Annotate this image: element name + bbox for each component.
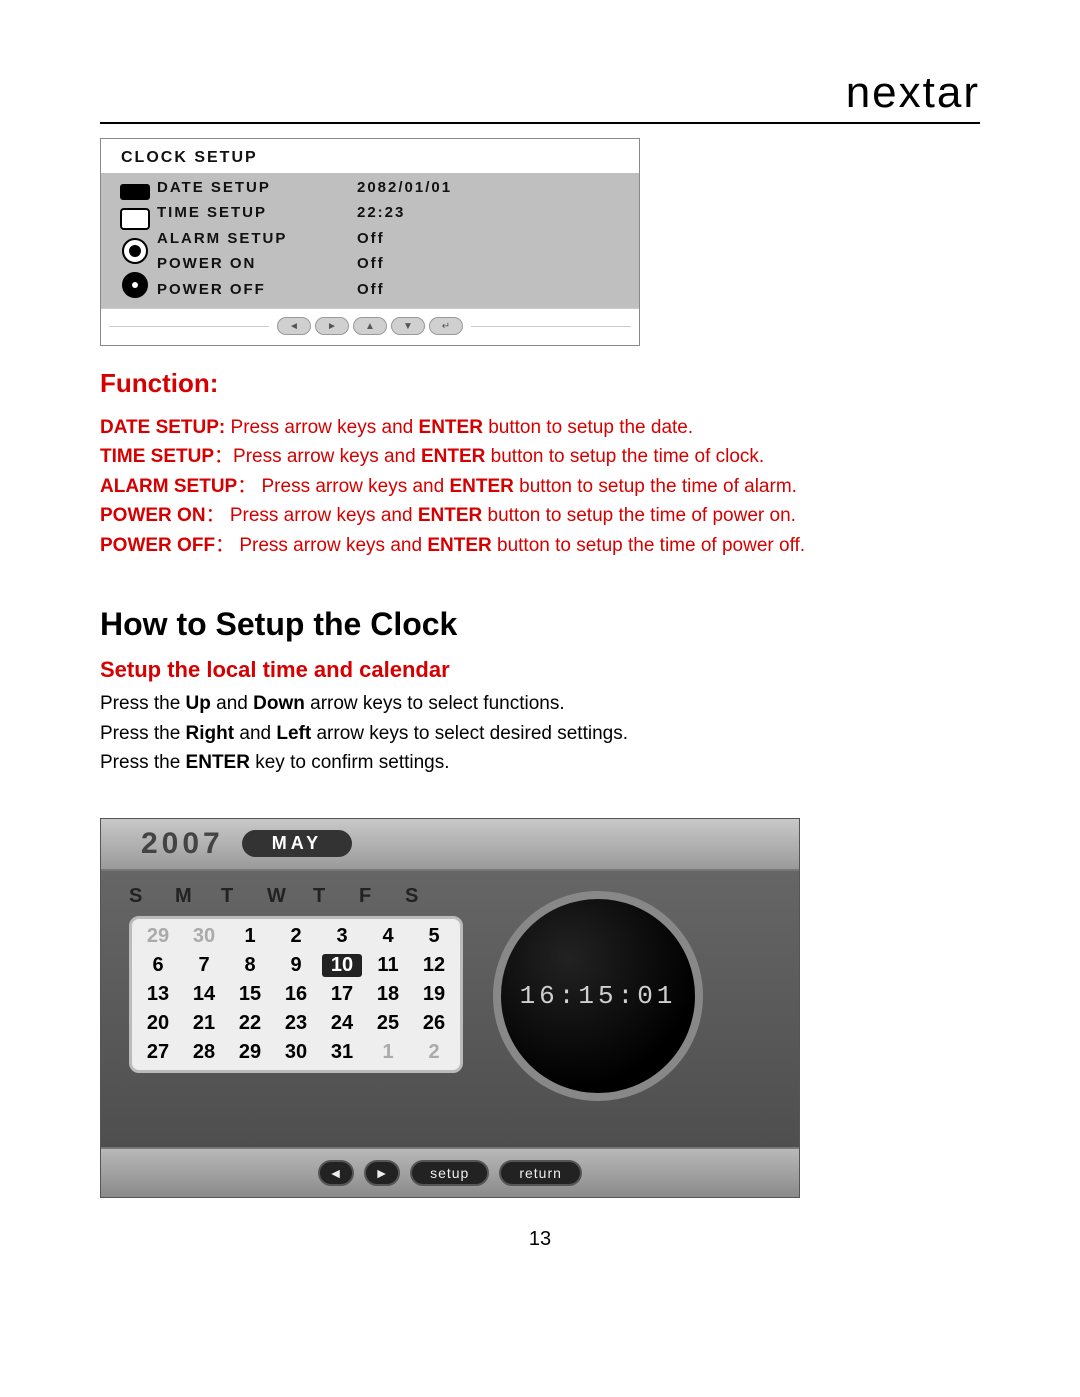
dow-cell: W: [267, 885, 307, 908]
setup-row-value: Off: [357, 255, 621, 272]
calendar-cell: 14: [184, 983, 224, 1006]
header-rule: [100, 122, 980, 124]
clock-icon: [122, 272, 148, 298]
calendar-cell: 20: [138, 1012, 178, 1035]
calendar-dow: SMTWTFS: [129, 885, 463, 908]
howto-line: Press the Right and Left arrow keys to s…: [100, 719, 980, 748]
dow-cell: M: [175, 885, 215, 908]
howto-line: Press the Up and Down arrow keys to sele…: [100, 689, 980, 718]
calendar-cell: 16: [276, 983, 316, 1006]
setup-row-value: Off: [357, 230, 621, 247]
calendar-cell: 17: [322, 983, 362, 1006]
calendar-footer: ◄ ► setup return: [101, 1147, 799, 1197]
function-list: DATE SETUP: Press arrow keys and ENTER b…: [100, 413, 980, 560]
setup-row-label: POWER ON: [157, 255, 357, 272]
dow-cell: S: [405, 885, 445, 908]
calendar-cell: 29: [138, 925, 178, 948]
card-icon: [120, 208, 150, 230]
calendar-cell: 12: [414, 954, 454, 977]
function-line: POWER OFF： Press arrow keys and ENTER bu…: [100, 531, 980, 560]
calendar-cell: 24: [322, 1012, 362, 1035]
clock-setup-list: DATE SETUP2082/01/01TIME SETUP22:23ALARM…: [157, 179, 621, 298]
clock-setup-screenshot: CLOCK SETUP DATE SETUP2082/01/01TIME SET…: [100, 138, 640, 346]
dow-cell: T: [313, 885, 353, 908]
howto-body: Press the Up and Down arrow keys to sele…: [100, 689, 980, 777]
calendar-cell: 3: [322, 925, 362, 948]
dow-cell: T: [221, 885, 261, 908]
howto-subheading: Setup the local time and calendar: [100, 657, 980, 683]
function-line: TIME SETUP：Press arrow keys and ENTER bu…: [100, 442, 980, 471]
dow-cell: S: [129, 885, 169, 908]
brand-logo: nextar: [846, 68, 980, 118]
calendar-cell: 9: [276, 954, 316, 977]
setup-row-label: DATE SETUP: [157, 179, 357, 196]
function-line: POWER ON： Press arrow keys and ENTER but…: [100, 501, 980, 530]
howto-line: Press the ENTER key to confirm settings.: [100, 748, 980, 777]
setup-row-value: 2082/01/01: [357, 179, 621, 196]
calendar-cell: 21: [184, 1012, 224, 1035]
nav-pill[interactable]: ►: [315, 317, 349, 335]
calendar-cell: 22: [230, 1012, 270, 1035]
calendar-cell: 26: [414, 1012, 454, 1035]
clock-face: 16:15:01: [493, 891, 703, 1101]
function-line: ALARM SETUP： Press arrow keys and ENTER …: [100, 472, 980, 501]
nav-right-button[interactable]: ►: [364, 1160, 400, 1186]
calendar-cell: 2: [276, 925, 316, 948]
clock-setup-nav: ◄►▲▼↵: [101, 308, 639, 345]
calendar-cell: 13: [138, 983, 178, 1006]
nav-pill[interactable]: ▲: [353, 317, 387, 335]
page-number: 13: [100, 1228, 980, 1251]
setup-button[interactable]: setup: [410, 1160, 489, 1186]
calendar-cell: 10: [322, 954, 362, 977]
howto-heading: How to Setup the Clock: [100, 606, 980, 643]
calendar-cell: 5: [414, 925, 454, 948]
calendar-grid: 2930123456789101112131415161718192021222…: [129, 916, 463, 1073]
calendar-cell: 28: [184, 1041, 224, 1064]
calendar-cell: 18: [368, 983, 408, 1006]
calendar-cell: 7: [184, 954, 224, 977]
setup-row-label: POWER OFF: [157, 281, 357, 298]
setup-row-value: Off: [357, 281, 621, 298]
calendar-cell: 30: [276, 1041, 316, 1064]
nav-pill[interactable]: ↵: [429, 317, 463, 335]
ball-icon: [122, 238, 148, 264]
calendar-cell: 30: [184, 925, 224, 948]
battery-icon: [120, 184, 150, 200]
dow-cell: F: [359, 885, 399, 908]
nav-pill[interactable]: ◄: [277, 317, 311, 335]
nav-left-button[interactable]: ◄: [318, 1160, 354, 1186]
calendar-year: 2007: [141, 827, 224, 861]
calendar-cell: 2: [414, 1041, 454, 1064]
calendar-cell: 27: [138, 1041, 178, 1064]
calendar-cell: 11: [368, 954, 408, 977]
calendar-header: 2007 MAY: [101, 819, 799, 871]
clock-setup-iconcol: [113, 179, 157, 298]
nav-pill[interactable]: ▼: [391, 317, 425, 335]
return-button[interactable]: return: [499, 1160, 582, 1186]
function-heading: Function:: [100, 368, 980, 399]
setup-row-label: TIME SETUP: [157, 204, 357, 221]
calendar-cell: 23: [276, 1012, 316, 1035]
calendar-cell: 8: [230, 954, 270, 977]
calendar-cell: 29: [230, 1041, 270, 1064]
calendar-cell: 31: [322, 1041, 362, 1064]
calendar-cell: 4: [368, 925, 408, 948]
clock-setup-body: DATE SETUP2082/01/01TIME SETUP22:23ALARM…: [101, 173, 639, 308]
calendar-cell: 6: [138, 954, 178, 977]
calendar-cell: 25: [368, 1012, 408, 1035]
calendar-cell: 15: [230, 983, 270, 1006]
setup-row-label: ALARM SETUP: [157, 230, 357, 247]
calendar-month: MAY: [242, 830, 352, 857]
calendar-cell: 1: [368, 1041, 408, 1064]
setup-row-value: 22:23: [357, 204, 621, 221]
calendar-cell: 1: [230, 925, 270, 948]
clock-setup-title: CLOCK SETUP: [101, 139, 639, 173]
function-line: DATE SETUP: Press arrow keys and ENTER b…: [100, 413, 980, 442]
calendar-screenshot: 2007 MAY SMTWTFS 29301234567891011121314…: [100, 818, 800, 1198]
calendar-cell: 19: [414, 983, 454, 1006]
